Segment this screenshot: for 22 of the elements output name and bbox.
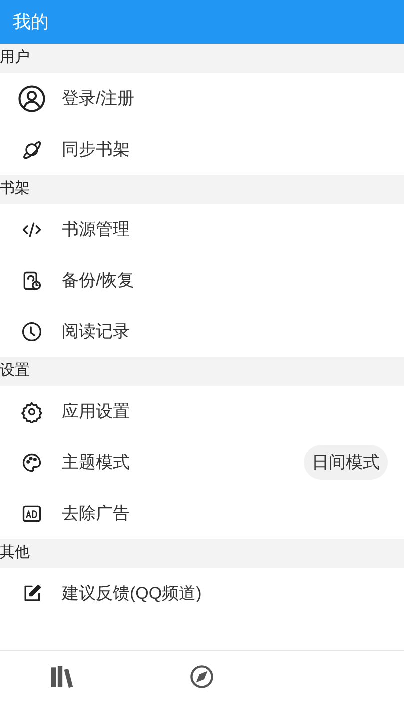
theme-mode-chip[interactable]: 日间模式 bbox=[304, 444, 388, 480]
planet-icon bbox=[21, 138, 43, 160]
menu-item[interactable]: 书源管理 bbox=[0, 204, 404, 255]
palette-icon bbox=[21, 452, 43, 474]
menu-item[interactable]: 登录/注册 bbox=[0, 73, 404, 124]
menu-item[interactable]: 去除广告 bbox=[0, 488, 404, 539]
section-title: 其他 bbox=[0, 543, 30, 564]
menu-item[interactable]: 备份/恢复 bbox=[0, 255, 404, 306]
backup-icon bbox=[21, 270, 43, 292]
section-title: 用户 bbox=[0, 48, 30, 68]
clock-icon bbox=[21, 320, 43, 342]
menu-item[interactable]: 阅读记录 bbox=[0, 306, 404, 357]
settings-icon bbox=[21, 400, 43, 422]
user-icon bbox=[18, 84, 46, 112]
menu-item[interactable]: 应用设置 bbox=[0, 386, 404, 437]
compass-icon[interactable] bbox=[189, 664, 215, 690]
section-title: 书架 bbox=[0, 179, 30, 200]
menu-item[interactable]: 主题模式 日间模式 bbox=[0, 437, 404, 488]
section-title: 设置 bbox=[0, 361, 30, 382]
menu-item[interactable]: 建议反馈(QQ频道) bbox=[0, 568, 404, 619]
menu-item[interactable]: 同步书架 bbox=[0, 124, 404, 175]
app-bar-title: 我的 bbox=[13, 10, 49, 34]
